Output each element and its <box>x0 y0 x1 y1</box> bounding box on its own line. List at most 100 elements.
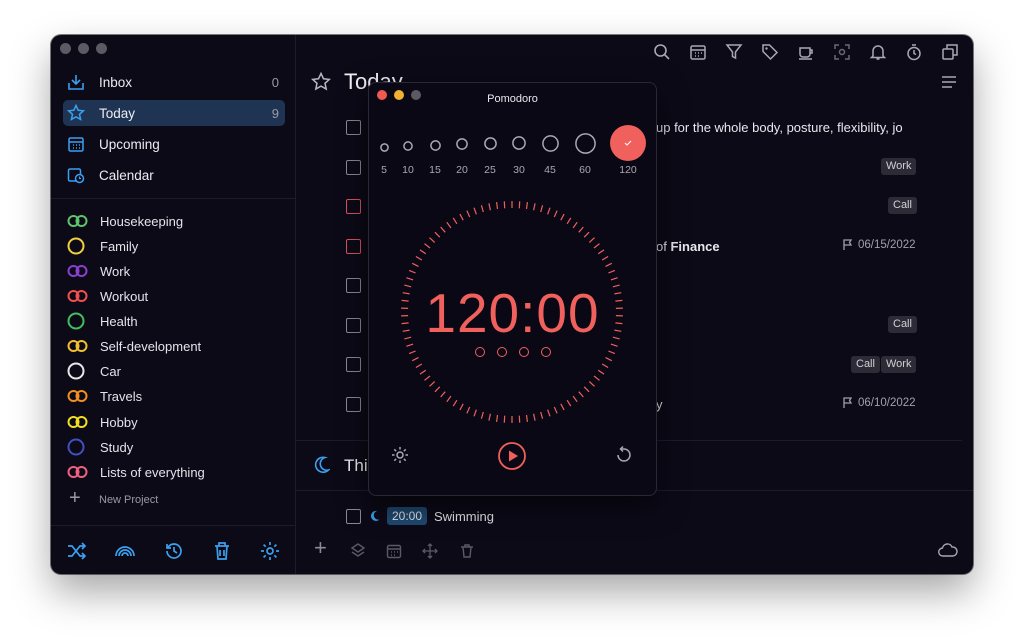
calendar-icon[interactable] <box>689 43 707 61</box>
task-checkbox[interactable] <box>346 120 361 135</box>
task-checkbox[interactable] <box>346 239 361 254</box>
star-icon <box>311 72 331 91</box>
menu-icon[interactable] <box>941 75 957 89</box>
rainbow-icon[interactable] <box>114 540 136 562</box>
trash-icon[interactable] <box>211 540 233 562</box>
task-checkbox[interactable] <box>346 509 361 524</box>
reset-icon[interactable] <box>614 445 634 465</box>
cloud-icon[interactable] <box>938 543 958 557</box>
sidebar-project-label: Study <box>100 439 134 455</box>
project-ring-icon <box>67 312 85 330</box>
shuffle-icon[interactable] <box>66 540 88 562</box>
preset-label: 10 <box>402 164 414 176</box>
preset-label: 120 <box>619 164 637 176</box>
new-project-label: New Project <box>99 494 159 506</box>
preset-15[interactable] <box>429 138 441 151</box>
task-title[interactable]: Swimming <box>434 509 494 524</box>
task-title[interactable]: up for the whole body, posture, flexibil… <box>656 120 903 135</box>
sidebar-item-calendar[interactable]: Calendar <box>63 162 285 188</box>
due-date-text: 06/15/2022 <box>858 239 916 251</box>
flag-icon <box>843 397 853 408</box>
sidebar-item-label: Inbox <box>99 74 133 90</box>
preset-10[interactable] <box>403 138 413 151</box>
sidebar-project-label: Work <box>100 263 131 279</box>
moon-icon <box>371 510 380 521</box>
task-checkbox[interactable] <box>346 199 361 214</box>
history-icon[interactable] <box>163 540 185 562</box>
preset-label: 20 <box>456 164 468 176</box>
layers-icon[interactable] <box>350 542 366 560</box>
project-ring-icon <box>67 215 88 227</box>
project-ring-icon <box>67 466 88 478</box>
preset-20[interactable] <box>456 137 468 150</box>
plus-icon: + <box>69 487 81 509</box>
copy-icon[interactable] <box>941 43 959 61</box>
tag-work[interactable]: Work <box>881 158 917 175</box>
calendar-icon[interactable] <box>386 543 402 559</box>
add-task-icon[interactable]: + <box>314 535 327 561</box>
task-checkbox[interactable] <box>346 318 361 333</box>
project-ring-icon <box>67 265 88 277</box>
search-icon[interactable] <box>653 43 671 61</box>
preset-5[interactable] <box>379 139 389 152</box>
tag-work[interactable]: Work <box>881 356 917 373</box>
preset-45[interactable] <box>541 134 559 152</box>
sidebar-item-count: 9 <box>271 105 279 121</box>
star-icon <box>67 104 85 121</box>
sidebar-item-label: Today <box>99 105 136 121</box>
task-title[interactable]: of Finance <box>656 239 720 254</box>
stopwatch-icon[interactable] <box>905 43 923 61</box>
bell-icon[interactable] <box>869 43 887 61</box>
sidebar-project-label: Car <box>100 363 121 379</box>
timer-display: 120:00 <box>425 282 600 344</box>
sidebar-item-today[interactable]: Today 9 <box>63 100 285 126</box>
play-button[interactable] <box>497 441 527 471</box>
pomodoro-title: Pomodoro <box>487 93 538 105</box>
flag-icon <box>843 239 853 250</box>
focus-icon[interactable] <box>833 43 851 61</box>
task-checkbox[interactable] <box>346 397 361 412</box>
tag-call[interactable]: Call <box>851 356 880 373</box>
preset-label: 60 <box>579 164 591 176</box>
next-section-title: Thi <box>344 456 368 475</box>
project-ring-icon <box>67 362 85 380</box>
trash-icon[interactable] <box>459 543 475 559</box>
tag-icon[interactable] <box>761 43 779 61</box>
tag-call[interactable]: Call <box>888 316 917 333</box>
session-dot <box>519 347 529 357</box>
session-dot <box>475 347 485 357</box>
coffee-icon[interactable] <box>797 43 815 61</box>
task-checkbox[interactable] <box>346 160 361 175</box>
due-date-text: 06/10/2022 <box>858 397 916 409</box>
sidebar: Inbox 0 Today 9 Upcoming Calendar Housek… <box>51 35 296 574</box>
sidebar-project-label: Travels <box>100 388 143 404</box>
filter-icon[interactable] <box>725 43 743 61</box>
preset-60[interactable] <box>574 132 596 154</box>
sidebar-project-label: Family <box>100 238 139 254</box>
sidebar-item-upcoming[interactable]: Upcoming <box>63 131 285 157</box>
preset-label: 30 <box>513 164 525 176</box>
session-dot <box>497 347 507 357</box>
project-ring-icon <box>67 340 88 352</box>
calendar-clock-icon <box>67 168 85 184</box>
preset-label: 45 <box>544 164 556 176</box>
gear-icon[interactable] <box>259 540 281 562</box>
sidebar-project-label: Hobby <box>100 414 138 430</box>
task-title-prefix: of <box>656 239 671 254</box>
move-icon[interactable] <box>422 543 438 559</box>
task-checkbox[interactable] <box>346 278 361 293</box>
gear-icon[interactable] <box>390 445 410 465</box>
preset-25[interactable] <box>483 136 497 150</box>
pomodoro-window: Pomodoro 5 10 15 20 25 30 45 60 120 120:00 <box>368 82 657 496</box>
calendar-grid-icon <box>68 137 84 152</box>
sidebar-toolbar <box>51 525 295 574</box>
sidebar-item-inbox[interactable]: Inbox 0 <box>63 69 285 95</box>
preset-120[interactable] <box>610 125 646 161</box>
project-ring-icon <box>67 290 88 302</box>
sidebar-item-count: 0 <box>271 74 279 90</box>
task-checkbox[interactable] <box>346 357 361 372</box>
task-title-bold: Finance <box>670 239 720 254</box>
tag-call[interactable]: Call <box>888 197 917 214</box>
session-dot <box>541 347 551 357</box>
preset-30[interactable] <box>512 136 526 150</box>
